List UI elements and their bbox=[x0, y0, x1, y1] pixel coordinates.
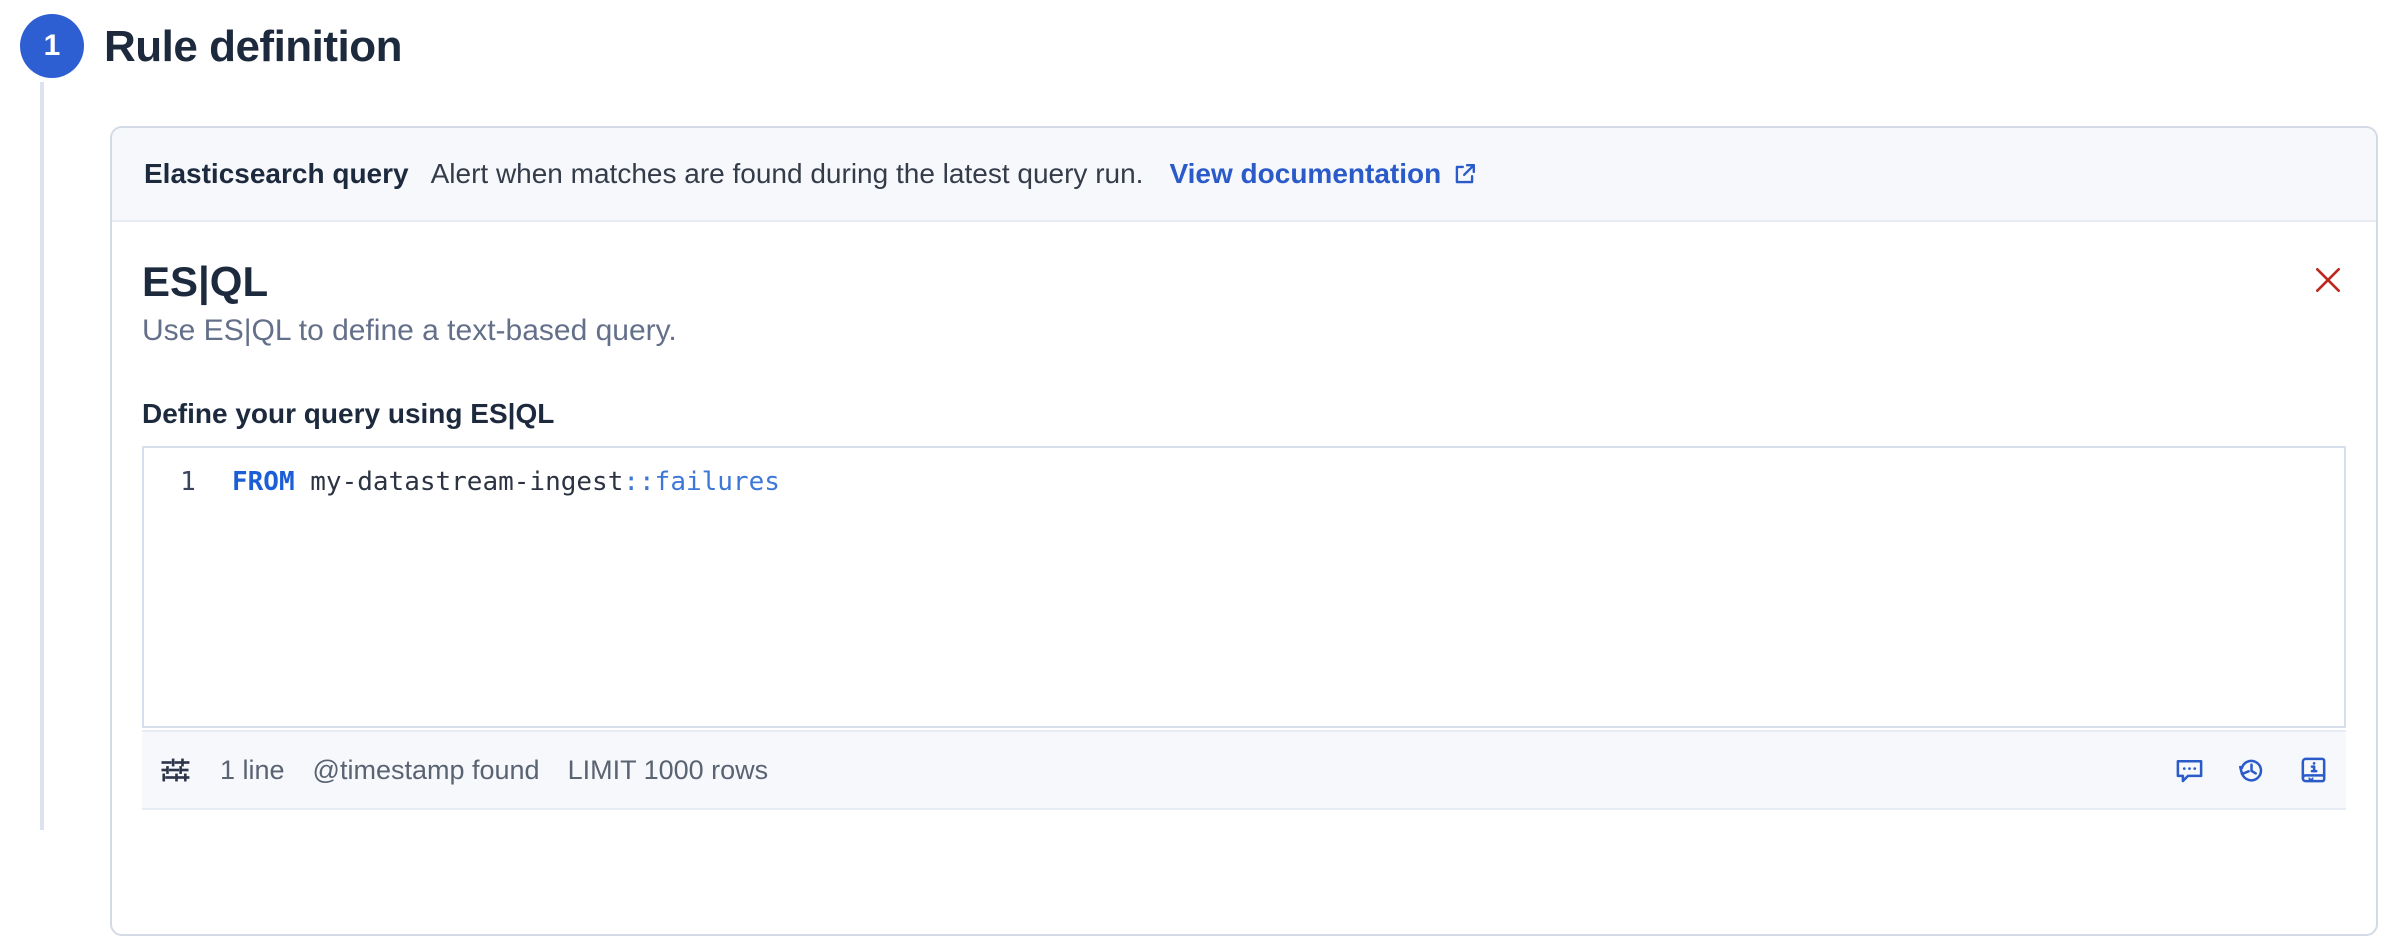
code-keyword: FROM bbox=[232, 467, 295, 497]
query-label: Define your query using ES|QL bbox=[142, 398, 2346, 430]
query-code[interactable]: FROM my-datastream-ingest::failures bbox=[232, 462, 780, 502]
step-connector-line bbox=[40, 82, 44, 830]
editor-line: 1 FROM my-datastream-ingest::failures bbox=[144, 448, 2344, 502]
step-title: Rule definition bbox=[104, 22, 402, 72]
editor-footer-left: 1 line @timestamp found LIMIT 1000 rows bbox=[158, 753, 768, 787]
sliders-icon[interactable] bbox=[158, 753, 192, 787]
editor-footer-right bbox=[2172, 753, 2330, 787]
comment-icon[interactable] bbox=[2172, 753, 2206, 787]
rule-type-description: Alert when matches are found during the … bbox=[431, 158, 1144, 190]
step-number: 1 bbox=[44, 29, 61, 63]
esql-query-editor[interactable]: 1 FROM my-datastream-ingest::failures bbox=[142, 446, 2346, 728]
close-icon[interactable] bbox=[2306, 258, 2350, 302]
rule-type-header: Elasticsearch query Alert when matches a… bbox=[112, 128, 2376, 222]
external-link-icon bbox=[1451, 161, 1478, 188]
limit-info: LIMIT 1000 rows bbox=[568, 755, 769, 786]
rule-definition-card: Elasticsearch query Alert when matches a… bbox=[110, 126, 2378, 936]
rule-type-name: Elasticsearch query bbox=[144, 158, 409, 190]
documentation-book-icon[interactable] bbox=[2296, 753, 2330, 787]
timestamp-status: @timestamp found bbox=[313, 755, 540, 786]
esql-section: ES|QL Use ES|QL to define a text-based q… bbox=[112, 222, 2376, 810]
view-documentation-label: View documentation bbox=[1169, 158, 1441, 190]
view-documentation-link[interactable]: View documentation bbox=[1169, 158, 1478, 190]
line-count: 1 line bbox=[220, 755, 285, 786]
editor-footer-bar: 1 line @timestamp found LIMIT 1000 rows bbox=[142, 730, 2346, 810]
esql-subtitle: Use ES|QL to define a text-based query. bbox=[142, 314, 2346, 348]
code-cast: ::failures bbox=[623, 467, 780, 497]
code-source: my-datastream-ingest bbox=[295, 467, 624, 497]
step-number-badge: 1 bbox=[20, 14, 84, 78]
esql-title: ES|QL bbox=[142, 258, 2346, 306]
line-number: 1 bbox=[144, 462, 232, 502]
history-clock-icon[interactable] bbox=[2234, 753, 2268, 787]
